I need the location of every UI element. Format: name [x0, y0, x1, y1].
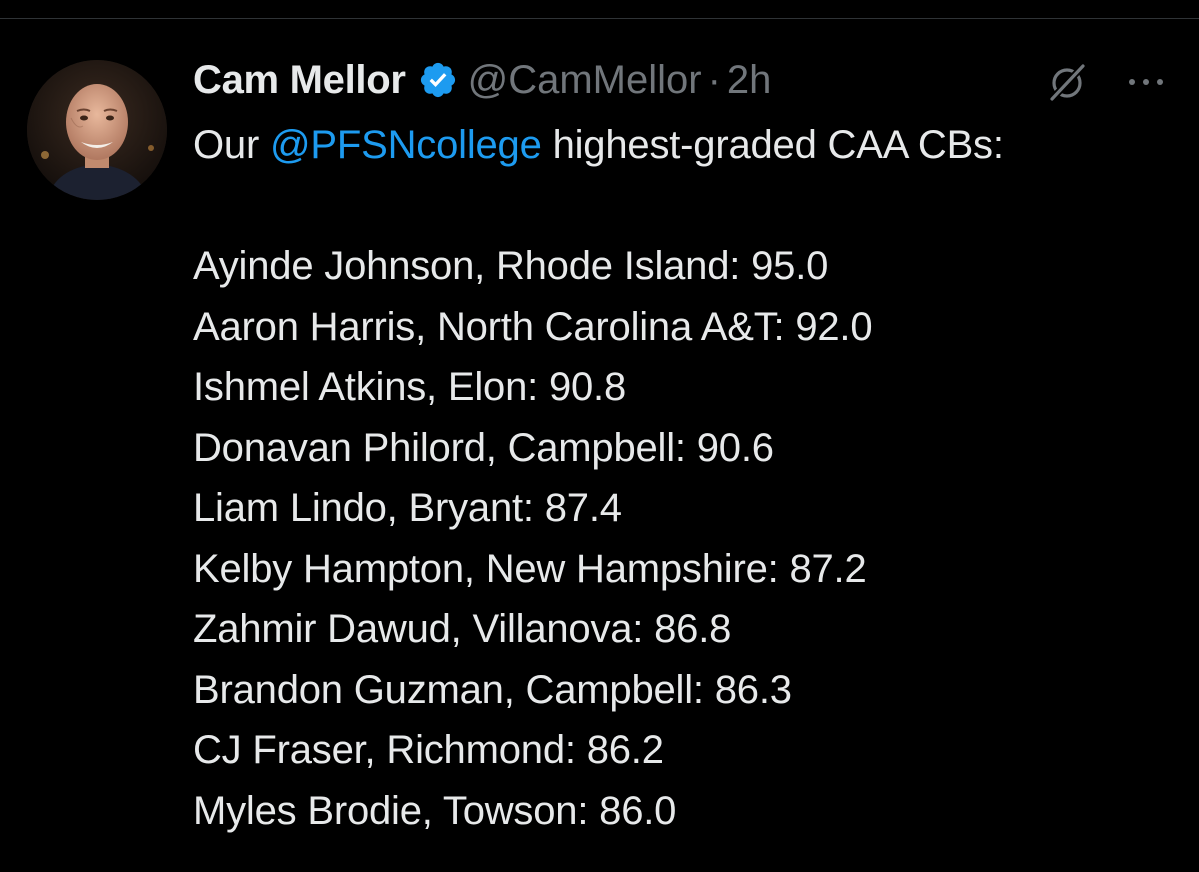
intro-prefix: Our [193, 123, 270, 167]
author-handle[interactable]: @CamMellor [468, 58, 702, 103]
ranking-line: Kelby Hampton, New Hampshire: 87.2 [193, 546, 867, 591]
ranking-line: Aaron Harris, North Carolina A&T: 92.0 [193, 304, 873, 349]
more-options-icon[interactable] [1124, 62, 1168, 102]
ranking-line: CJ Fraser, Richmond: 86.2 [193, 728, 664, 772]
tweet-body: Our @PFSNcollege highest-graded CAA CBs:… [193, 115, 1183, 841]
author-avatar[interactable] [27, 60, 167, 200]
intro-suffix: highest-graded CAA CBs: [541, 123, 1004, 167]
author-display-name[interactable]: Cam Mellor [193, 58, 406, 103]
mention-link[interactable]: @PFSNcollege [270, 123, 542, 167]
profile-photo-icon [27, 60, 167, 200]
ranking-line: Ayinde Johnson, Rhode Island: 95.0 [193, 244, 829, 288]
separator-dot: · [707, 57, 721, 102]
ranking-line: Brandon Guzman, Campbell: 86.3 [193, 667, 792, 712]
ranking-line: Zahmir Dawud, Villanova: 86.8 [193, 607, 732, 651]
ranking-line: Liam Lindo, Bryant: 87.4 [193, 486, 622, 530]
tweet-header: Cam Mellor @CamMellor · 2h [193, 52, 771, 108]
top-divider [0, 18, 1199, 19]
tweet-intro-line: Our @PFSNcollege highest-graded CAA CBs: [193, 115, 1183, 176]
ranking-line: Myles Brodie, Towson: 86.0 [193, 788, 677, 833]
ranking-line: Ishmel Atkins, Elon: 90.8 [193, 365, 627, 409]
ranking-line: Donavan Philord, Campbell: 90.6 [193, 425, 774, 470]
tweet-timestamp[interactable]: 2h [727, 58, 772, 103]
verified-badge-icon [420, 62, 455, 98]
grok-icon[interactable] [1043, 58, 1091, 106]
